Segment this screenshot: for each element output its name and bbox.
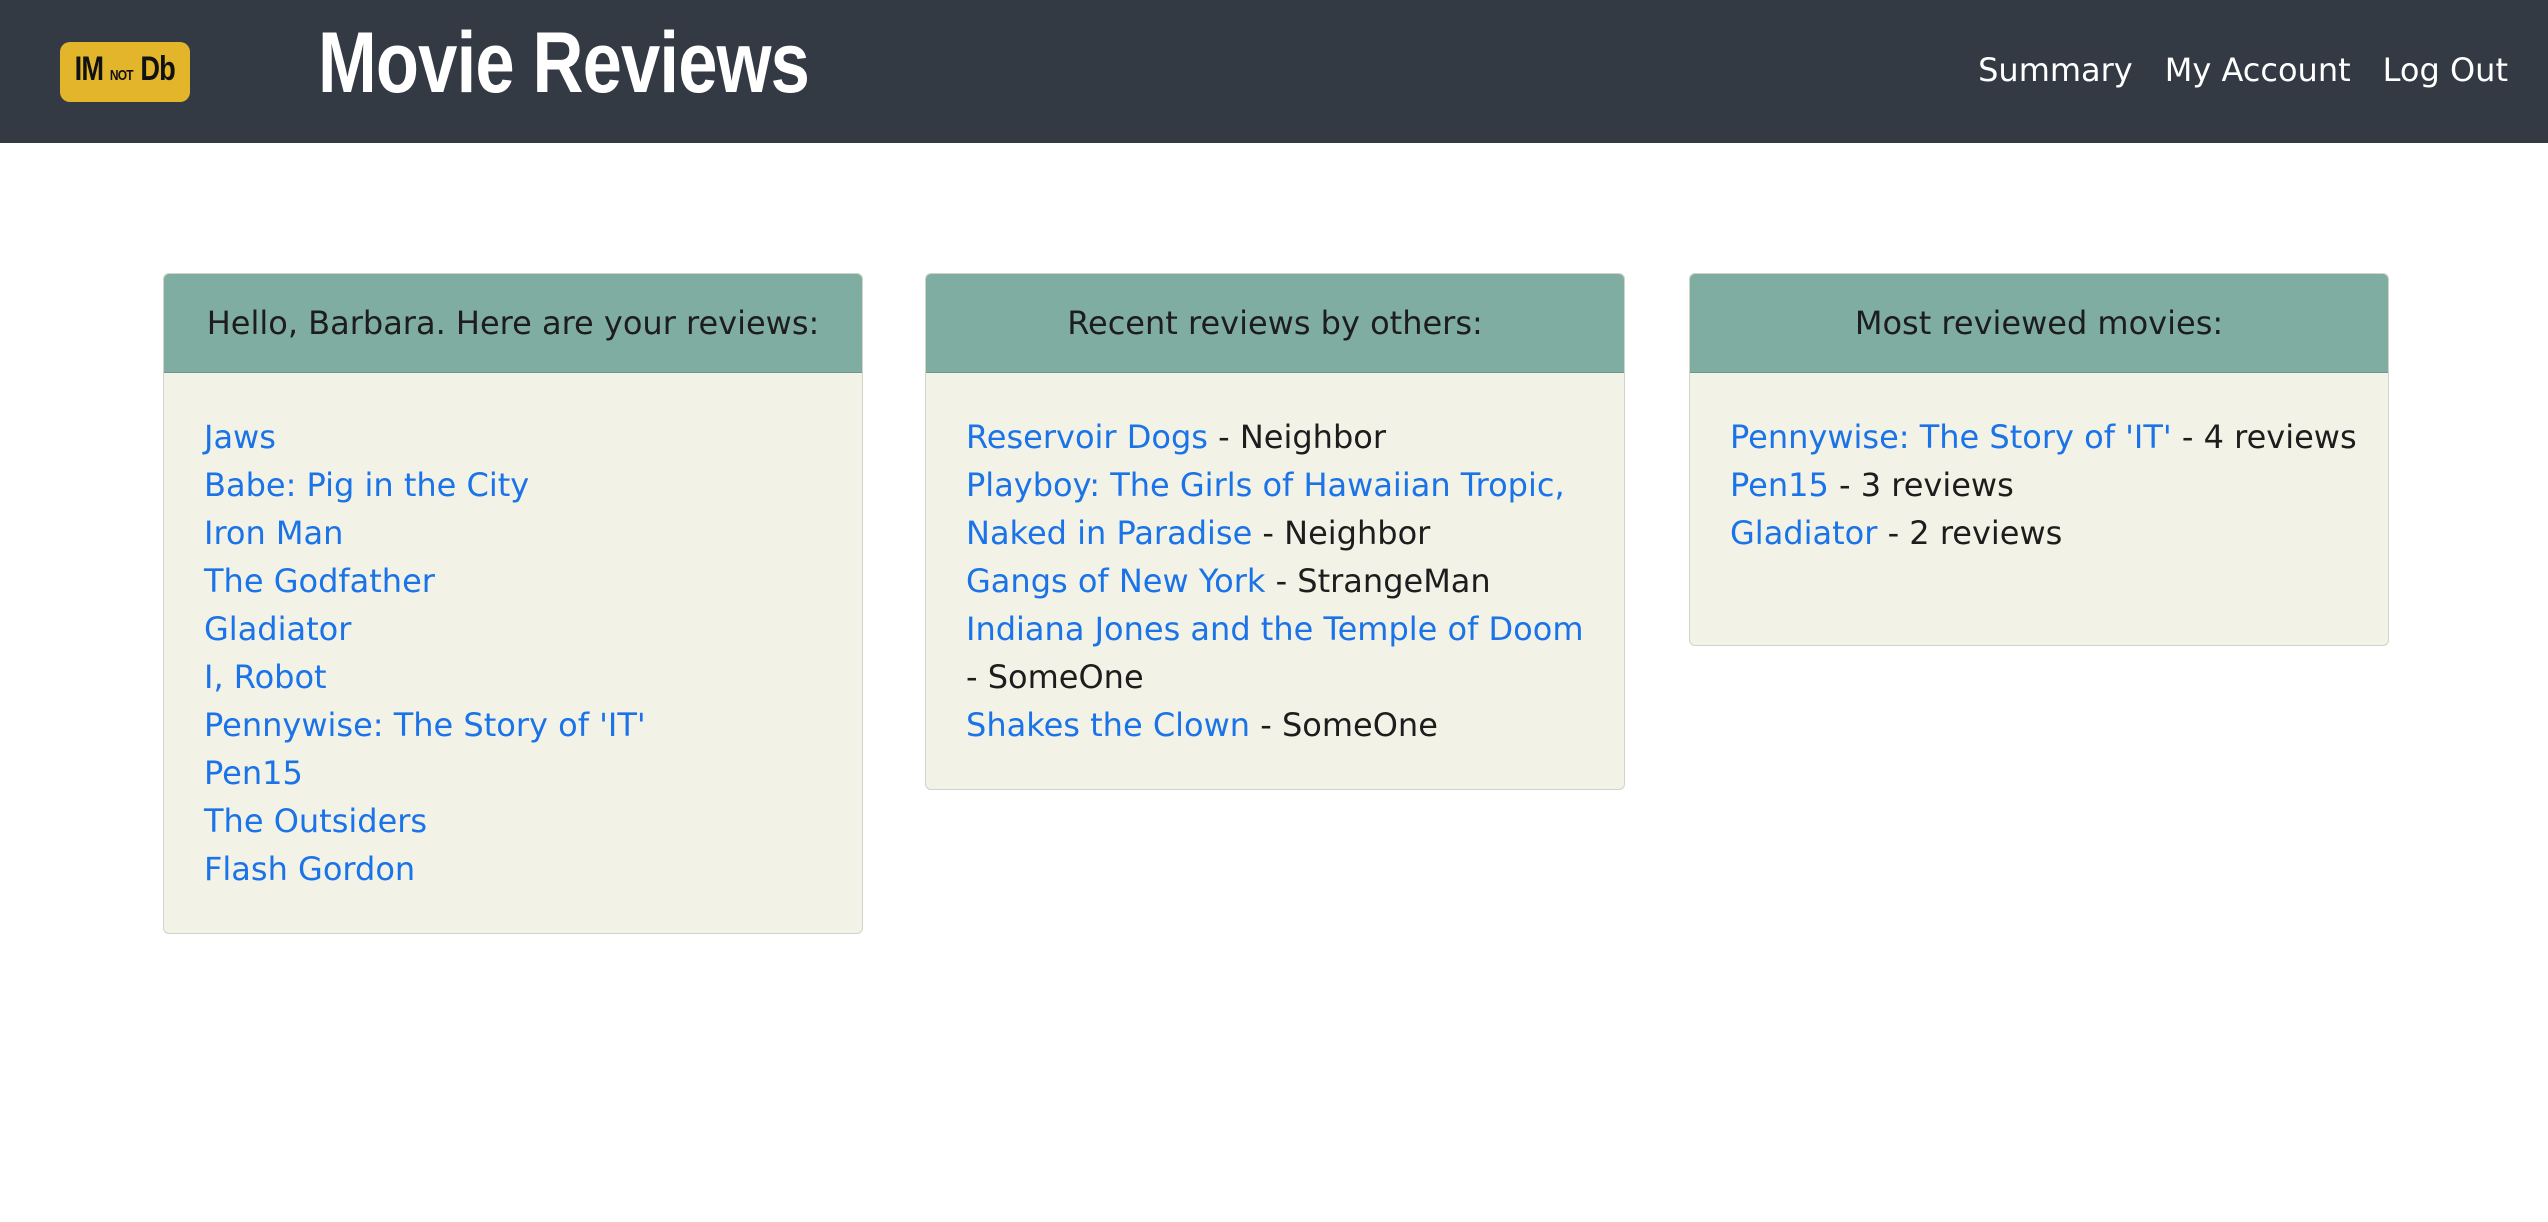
movie-link[interactable]: Jaws <box>204 418 276 456</box>
list-item: Playboy: The Girls of Hawaiian Tropic, N… <box>966 461 1594 557</box>
nav-my-account-link[interactable]: My Account <box>2165 46 2351 94</box>
recent-reviews-body: Reservoir Dogs - Neighbor Playboy: The G… <box>926 373 1624 789</box>
list-item: The Godfather <box>204 557 832 605</box>
navbar: IM NOT Db Movie Reviews Summary My Account… <box>0 0 2548 143</box>
reviewer-name: - Neighbor <box>1252 514 1431 552</box>
recent-reviews-list: Reservoir Dogs - Neighbor Playboy: The G… <box>966 413 1594 749</box>
movie-link[interactable]: I, Robot <box>204 658 327 696</box>
movie-link[interactable]: Gangs of New York <box>966 562 1265 600</box>
list-item: Gangs of New York - StrangeMan <box>966 557 1594 605</box>
list-item: Indiana Jones and the Temple of Doom - S… <box>966 605 1594 701</box>
logo-text-db: Db <box>139 50 175 88</box>
list-item: Babe: Pig in the City <box>204 461 832 509</box>
list-item: Pennywise: The Story of 'IT' - 4 reviews <box>1730 413 2358 461</box>
review-count: - 4 reviews <box>2171 418 2357 456</box>
most-reviewed-body: Pennywise: The Story of 'IT' - 4 reviews… <box>1690 373 2388 603</box>
list-item: Iron Man <box>204 509 832 557</box>
my-reviews-heading: Hello, Barbara. Here are your reviews: <box>164 274 862 373</box>
site-title: Movie Reviews <box>318 15 810 111</box>
movie-link[interactable]: Reservoir Dogs <box>966 418 1208 456</box>
nav-log-out-link[interactable]: Log Out <box>2383 46 2508 94</box>
movie-link[interactable]: Flash Gordon <box>204 850 415 888</box>
nav-summary-link[interactable]: Summary <box>1978 46 2133 94</box>
review-count: - 3 reviews <box>1828 466 2014 504</box>
list-item: Gladiator - 2 reviews <box>1730 509 2358 557</box>
list-item: Gladiator <box>204 605 832 653</box>
movie-link[interactable]: Gladiator <box>204 610 351 648</box>
most-reviewed-list: Pennywise: The Story of 'IT' - 4 reviews… <box>1730 413 2358 557</box>
list-item: Shakes the Clown - SomeOne <box>966 701 1594 749</box>
reviewer-name: - SomeOne <box>966 658 1144 696</box>
movie-link[interactable]: The Outsiders <box>204 802 427 840</box>
list-item: Jaws <box>204 413 832 461</box>
my-reviews-list: Jaws Babe: Pig in the City Iron Man The … <box>204 413 832 893</box>
movie-link[interactable]: Pen15 <box>1730 466 1829 504</box>
list-item: Flash Gordon <box>204 845 832 893</box>
logo-text-im: IM <box>74 50 104 88</box>
my-reviews-card: Hello, Barbara. Here are your reviews: J… <box>163 273 863 934</box>
list-item: Pen15 <box>204 749 832 797</box>
site-logo[interactable]: IM NOT Db <box>60 42 190 102</box>
reviewer-name: - SomeOne <box>1250 706 1438 744</box>
nav-links: Summary My Account Log Out <box>1978 46 2508 94</box>
my-reviews-body: Jaws Babe: Pig in the City Iron Man The … <box>164 373 862 933</box>
review-count: - 2 reviews <box>1877 514 2063 552</box>
logo-text-not: NOT <box>109 67 134 84</box>
most-reviewed-heading: Most reviewed movies: <box>1690 274 2388 373</box>
recent-reviews-card: Recent reviews by others: Reservoir Dogs… <box>925 273 1625 790</box>
movie-link[interactable]: Babe: Pig in the City <box>204 466 529 504</box>
movie-link[interactable]: Gladiator <box>1730 514 1877 552</box>
reviewer-name: - Neighbor <box>1207 418 1386 456</box>
list-item: Pennywise: The Story of 'IT' <box>204 701 832 749</box>
movie-link[interactable]: Pennywise: The Story of 'IT' <box>1730 418 2172 456</box>
movie-link[interactable]: The Godfather <box>204 562 435 600</box>
list-item: The Outsiders <box>204 797 832 845</box>
list-item: Pen15 - 3 reviews <box>1730 461 2358 509</box>
movie-link[interactable]: Pen15 <box>204 754 303 792</box>
movie-link[interactable]: Shakes the Clown <box>966 706 1250 744</box>
reviewer-name: - StrangeMan <box>1265 562 1491 600</box>
movie-link[interactable]: Iron Man <box>204 514 343 552</box>
most-reviewed-card: Most reviewed movies: Pennywise: The Sto… <box>1689 273 2389 646</box>
movie-link[interactable]: Pennywise: The Story of 'IT' <box>204 706 646 744</box>
list-item: Reservoir Dogs - Neighbor <box>966 413 1594 461</box>
list-item: I, Robot <box>204 653 832 701</box>
movie-link[interactable]: Indiana Jones and the Temple of Doom <box>966 610 1584 648</box>
recent-reviews-heading: Recent reviews by others: <box>926 274 1624 373</box>
